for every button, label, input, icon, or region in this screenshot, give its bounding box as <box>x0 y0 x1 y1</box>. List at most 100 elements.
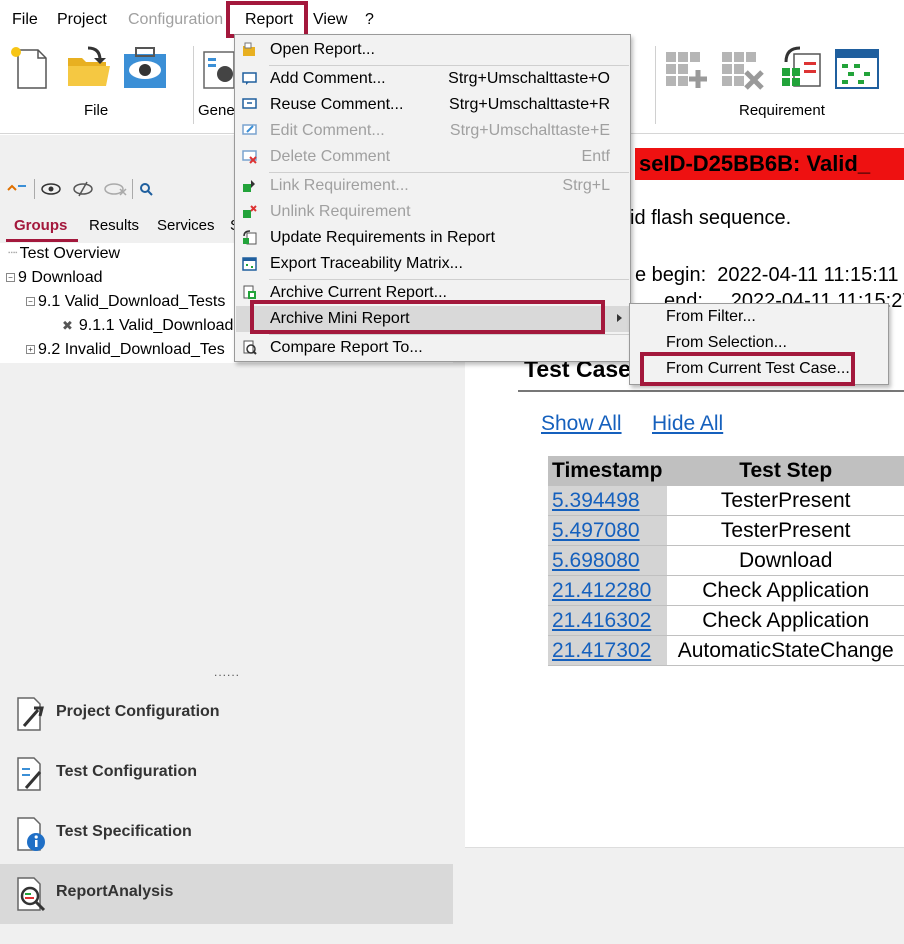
tree-item-valid-tests[interactable]: −9.1 Valid_Download_Tests <box>26 291 225 313</box>
menu-item-open-report[interactable]: Open Report... <box>236 37 630 63</box>
menu-item-export-traceability[interactable]: Export Traceability Matrix... <box>236 251 630 277</box>
open-report-icon <box>243 42 255 56</box>
menu-item-from-filter[interactable]: From Filter... <box>631 305 887 331</box>
timestamp-link[interactable]: 21.417302 <box>548 636 667 666</box>
show-all-link[interactable]: Show All <box>541 412 622 436</box>
menu-item-label: Open Report... <box>270 41 375 58</box>
reuse-comment-icon <box>242 98 257 109</box>
nav-test-configuration[interactable]: Test Configuration <box>0 744 453 804</box>
tree-item-label: 9.2 Invalid_Download_Tes <box>38 341 225 358</box>
menu-item-shortcut: Strg+Umschalttaste+R <box>449 96 610 113</box>
menu-item-reuse-comment[interactable]: Reuse Comment... Strg+Umschalttaste+R <box>236 92 630 118</box>
menu-item-label: Update Requirements in Report <box>270 229 496 246</box>
menu-item-unlink-requirement[interactable]: Unlink Requirement <box>236 199 630 225</box>
add-requirement-icon[interactable] <box>664 44 710 90</box>
tab-groups[interactable]: Groups <box>14 217 67 234</box>
requirement-group-label: Requirement <box>739 102 825 119</box>
hide-icon[interactable] <box>72 181 94 197</box>
menu-item-update-requirements[interactable]: Update Requirements in Report <box>236 225 630 251</box>
unlink-requirement-icon <box>243 205 257 218</box>
timestamp-link[interactable]: 5.394498 <box>548 486 667 516</box>
status-strip <box>465 847 904 944</box>
tree-item-label: 9.1.1 Valid_Download <box>78 317 234 334</box>
menu-item-edit-comment[interactable]: Edit Comment... Strg+Umschalttaste+E <box>236 118 630 144</box>
submenu-arrow-icon <box>617 314 622 322</box>
test-step-cell: Check Application <box>667 606 904 636</box>
menu-item-delete-comment[interactable]: Delete Comment Entf <box>236 144 630 170</box>
generate-icon[interactable] <box>203 44 235 90</box>
menu-item-compare-report[interactable]: Compare Report To... <box>236 335 630 361</box>
menu-item-label: Delete Comment <box>270 148 391 165</box>
open-folder-icon[interactable] <box>66 44 112 90</box>
traceability-matrix-icon <box>242 257 257 271</box>
menu-item-add-comment[interactable]: Add Comment... Strg+Umschalttaste+O <box>236 66 630 92</box>
ribbon-separator <box>193 46 194 124</box>
tree-item-download[interactable]: −9 Download <box>6 267 103 289</box>
test-configuration-icon <box>17 757 42 791</box>
table-header-row: Timestamp Test Step <box>548 456 904 486</box>
menu-item-label: Reuse Comment... <box>270 96 404 113</box>
timestamp-link[interactable]: 5.698080 <box>548 546 667 576</box>
begin-value: 2022-04-11 11:15:11 <box>717 264 899 286</box>
column-header-test-step: Test Step <box>667 456 904 486</box>
expand-icon[interactable]: + <box>26 345 35 355</box>
report-analysis-icon <box>17 877 46 912</box>
nav-report-analysis[interactable]: ReportAnalysis <box>0 864 453 924</box>
tree-item-test-overview[interactable]: ┈ Test Overview <box>8 243 120 265</box>
test-step-cell: TesterPresent <box>667 516 904 546</box>
test-description: id flash sequence. <box>630 207 792 229</box>
menu-configuration[interactable]: Configuration <box>128 8 223 32</box>
timestamp-link[interactable]: 5.497080 <box>548 516 667 546</box>
failed-icon: ✖ <box>62 318 73 333</box>
tree-item-label: 9 Download <box>18 269 103 286</box>
tab-results[interactable]: Results <box>89 217 139 234</box>
traceability-matrix-icon[interactable] <box>834 44 880 90</box>
hide-disabled-icon[interactable] <box>104 181 128 197</box>
tree-item-valid-case[interactable]: ✖ 9.1.1 Valid_Download <box>62 315 241 337</box>
tree-item-label: 9.1 Valid_Download_Tests <box>38 293 226 310</box>
menu-item-label: Compare Report To... <box>270 339 423 356</box>
nav-label: Test Configuration <box>56 763 198 780</box>
table-row: 5.394498 TesterPresent <box>548 486 904 516</box>
collapse-icon[interactable]: − <box>6 273 15 283</box>
expand-collapse-icon[interactable] <box>6 180 28 196</box>
timestamp-link[interactable]: 21.412280 <box>548 576 667 606</box>
menu-item-link-requirement[interactable]: Link Requirement... Strg+L <box>236 173 630 199</box>
search-icon[interactable] <box>139 182 153 196</box>
link-requirement-icon <box>243 180 255 192</box>
collapse-icon[interactable]: − <box>26 297 35 307</box>
delete-comment-icon <box>242 150 257 164</box>
menu-item-label: Add Comment... <box>270 70 386 87</box>
test-specification-icon <box>17 817 45 851</box>
menu-item-label: From Filter... <box>666 308 756 325</box>
archive-current-icon <box>243 285 256 299</box>
column-header-timestamp: Timestamp <box>548 456 667 486</box>
ribbon-separator <box>655 46 656 124</box>
nav-project-configuration[interactable]: Project Configuration <box>0 684 453 744</box>
tree-item-invalid-tests[interactable]: +9.2 Invalid_Download_Tes <box>26 339 225 361</box>
view-report-icon[interactable] <box>122 44 168 90</box>
menu-help[interactable]: ? <box>365 8 374 32</box>
begin-row: e begin: 2022-04-11 11:15:11 <box>635 264 899 287</box>
file-group-label: File <box>84 102 109 119</box>
nav-label: Test Specification <box>56 823 192 840</box>
test-step-cell: AutomaticStateChange <box>667 636 904 666</box>
project-configuration-icon <box>17 697 44 731</box>
menu-project[interactable]: Project <box>57 8 107 32</box>
hide-all-link[interactable]: Hide All <box>652 412 723 436</box>
menu-file[interactable]: File <box>12 8 38 32</box>
test-case-banner: seID-D25BB6B: Valid_ <box>635 148 904 180</box>
remove-requirement-icon[interactable] <box>720 44 766 90</box>
menu-item-shortcut: Strg+Umschalttaste+E <box>449 122 610 139</box>
tab-services[interactable]: Services <box>157 217 215 234</box>
show-icon[interactable] <box>40 181 62 197</box>
splitter-grip[interactable]: ...... <box>214 665 240 679</box>
menu-view[interactable]: View <box>313 8 347 32</box>
test-step-cell: TesterPresent <box>667 486 904 516</box>
update-requirements-icon[interactable] <box>778 44 824 90</box>
timestamp-link[interactable]: 21.416302 <box>548 606 667 636</box>
nav-test-specification[interactable]: Test Specification <box>0 804 453 864</box>
compare-report-icon <box>243 340 257 355</box>
new-file-icon[interactable] <box>8 44 54 90</box>
generate-group-label: Gene <box>198 102 235 119</box>
